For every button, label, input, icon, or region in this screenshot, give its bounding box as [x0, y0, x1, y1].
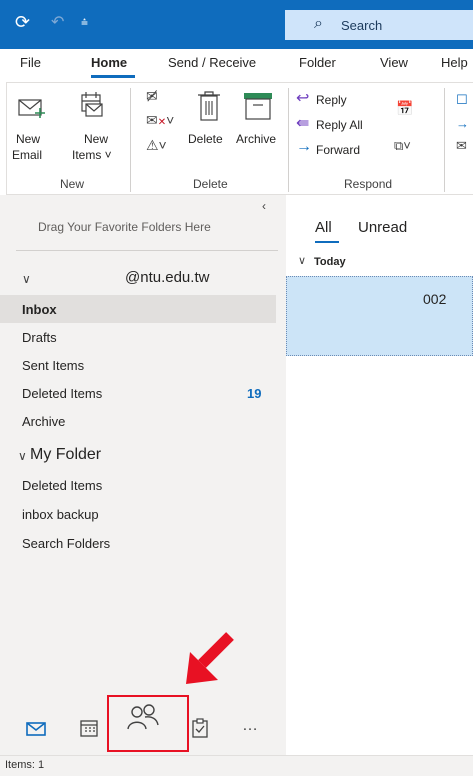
reply-button[interactable]: ↩ Reply	[294, 90, 374, 110]
account-name[interactable]: @ntu.edu.tw	[125, 269, 209, 286]
filter-all-underline	[315, 241, 339, 243]
reply-all-label: Reply All	[316, 118, 363, 132]
search-icon: ⌕	[314, 15, 323, 32]
clean-up-icon[interactable]: ✉✕˅	[146, 112, 174, 129]
folder-deleted-items[interactable]: Deleted Items	[22, 386, 102, 401]
ribbon-separator	[444, 88, 445, 192]
quick-steps-icon[interactable]: ☐	[456, 92, 468, 108]
collapse-pane-icon[interactable]: ‹	[262, 199, 266, 213]
new-items-icon	[81, 92, 103, 117]
tab-file[interactable]: File	[20, 55, 41, 70]
search-box[interactable]: ⌕ Search	[285, 10, 473, 40]
reply-label: Reply	[316, 93, 347, 107]
filter-all[interactable]: All	[315, 219, 332, 236]
new-items-label-2: Items ˅	[72, 148, 112, 162]
divider	[16, 250, 278, 251]
meeting-icon[interactable]: 📅	[396, 100, 413, 117]
folder-inbox[interactable]: Inbox	[22, 302, 57, 317]
ignore-icon[interactable]: ✉̸	[146, 88, 158, 105]
quick-steps-icon-2[interactable]: →	[456, 116, 469, 131]
new-items-button[interactable]: New Items ˅	[70, 86, 118, 172]
status-bar: Items: 1	[0, 755, 473, 776]
new-email-button[interactable]: New Email	[10, 86, 50, 172]
folder-archive[interactable]: Archive	[22, 414, 65, 429]
undo-icon[interactable]: ↶	[51, 12, 64, 32]
annotation-highlight-box	[107, 695, 189, 752]
archive-label: Archive	[236, 132, 277, 146]
folder-search-folders[interactable]: Search Folders	[22, 536, 110, 551]
forward-button[interactable]: → Forward	[294, 138, 374, 160]
archive-button[interactable]: Archive	[234, 86, 282, 166]
reply-all-icon: ⇚	[296, 115, 310, 132]
more-apps-icon[interactable]: …	[242, 717, 259, 735]
ribbon-separator	[288, 88, 289, 192]
sync-icon[interactable]: ⟳	[15, 12, 30, 33]
folder-sent-items[interactable]: Sent Items	[22, 358, 84, 373]
junk-icon[interactable]: ⚠˅	[146, 137, 167, 154]
forward-label: Forward	[316, 143, 361, 157]
my-folder-label[interactable]: My Folder	[30, 446, 101, 464]
new-email-label-2: Email	[12, 148, 43, 162]
group-label-delete: Delete	[193, 177, 228, 191]
forward-icon: →	[296, 138, 312, 155]
new-email-icon	[18, 99, 45, 118]
delete-label: Delete	[188, 132, 223, 146]
quick-steps-icon-3[interactable]: ✉	[456, 138, 467, 154]
group-label-respond: Respond	[344, 177, 393, 191]
ribbon-separator	[130, 88, 131, 192]
customize-toolbar-icon[interactable]: ⩮	[81, 15, 88, 30]
unread-count-badge: 19	[247, 386, 262, 401]
annotation-arrow	[186, 632, 234, 684]
tab-folder[interactable]: Folder	[299, 55, 336, 70]
tab-home[interactable]: Home	[91, 55, 127, 70]
tab-help[interactable]: Help	[441, 55, 468, 70]
message-item[interactable]: 002	[286, 276, 473, 356]
favorites-hint: Drag Your Favorite Folders Here	[38, 220, 211, 234]
reply-all-button[interactable]: ⇚ Reply All	[294, 115, 374, 135]
tab-send-receive[interactable]: Send / Receive	[168, 55, 256, 70]
mail-icon[interactable]	[26, 721, 46, 737]
trash-icon	[198, 91, 220, 121]
active-tab-indicator	[91, 75, 135, 78]
delete-button[interactable]: Delete	[188, 86, 232, 166]
new-items-label-1: New	[84, 132, 109, 146]
search-placeholder: Search	[341, 18, 383, 33]
archive-icon	[244, 93, 272, 120]
folder-inbox-backup[interactable]: inbox backup	[22, 507, 99, 522]
folder-drafts[interactable]: Drafts	[22, 330, 57, 345]
calendar-icon[interactable]	[80, 719, 98, 737]
tab-view[interactable]: View	[380, 55, 408, 70]
filter-unread[interactable]: Unread	[358, 219, 407, 236]
folder-deleted-items-2[interactable]: Deleted Items	[22, 478, 102, 493]
item-count: Items: 1	[5, 759, 45, 771]
new-email-label-1: New	[16, 132, 41, 146]
more-respond-icon[interactable]: ⧉˅	[394, 138, 411, 154]
group-header-today: Today	[314, 256, 346, 268]
group-collapse-icon[interactable]: ∨	[298, 254, 306, 267]
tasks-icon[interactable]	[192, 718, 208, 738]
my-folder-collapse-icon[interactable]: ∨	[18, 449, 27, 463]
account-collapse-icon[interactable]: ∨	[22, 272, 31, 286]
message-preview: 002	[423, 291, 447, 307]
reply-icon: ↩	[296, 90, 310, 107]
group-label-new: New	[60, 177, 85, 191]
